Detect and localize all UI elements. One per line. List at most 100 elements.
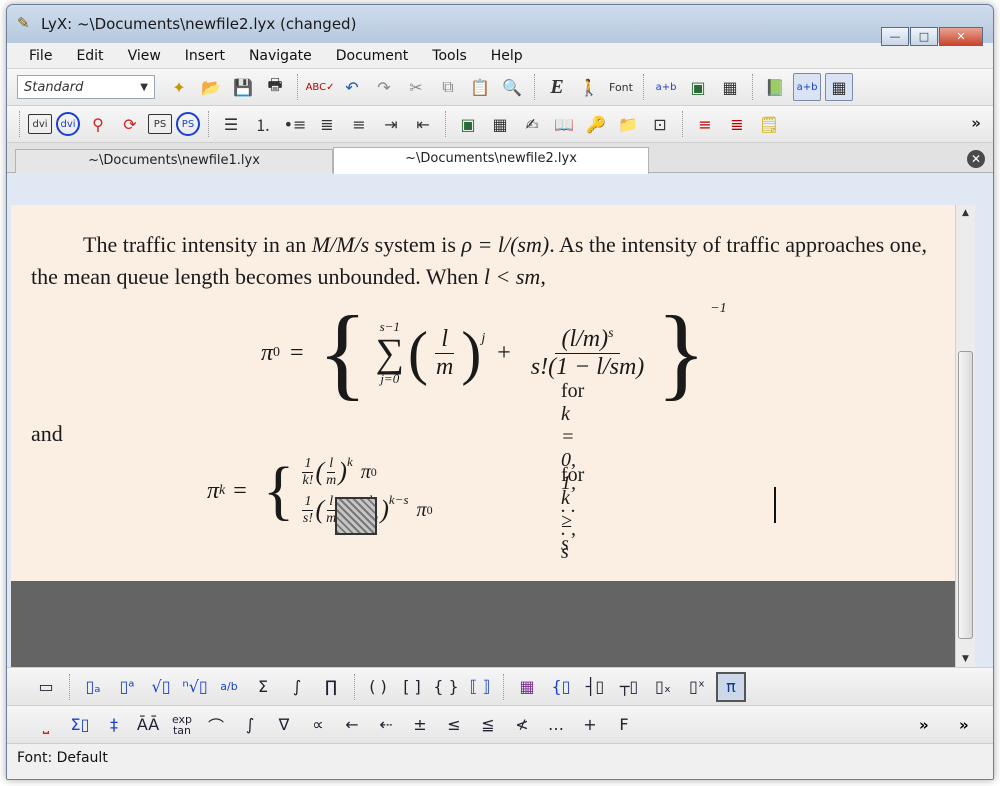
insert-graphics-icon[interactable]: ▣ xyxy=(454,110,482,138)
negated-relations-icon[interactable]: ≮ xyxy=(507,710,537,740)
insert-label-icon[interactable]: 🔑 xyxy=(582,110,610,138)
insert-table-grid-icon[interactable]: ▦ xyxy=(486,110,514,138)
print-icon[interactable]: 🖶 xyxy=(261,73,289,101)
math-inline[interactable]: l < sm xyxy=(484,264,540,289)
bulleted-list-icon[interactable]: •≡ xyxy=(281,110,309,138)
close-tab-icon[interactable]: ✕ xyxy=(967,150,985,168)
binary-ops-icon[interactable]: + xyxy=(575,710,605,740)
paste-icon[interactable]: 📋 xyxy=(466,73,494,101)
insert-table-icon[interactable]: ▦ xyxy=(716,73,744,101)
new-document-icon[interactable]: ✦ xyxy=(165,73,193,101)
minimize-button[interactable]: — xyxy=(881,27,909,46)
paragraph-layout-select[interactable]: Standard ▼ xyxy=(17,75,155,99)
square-root-icon[interactable]: √▯ xyxy=(146,672,176,702)
fraction-icon[interactable]: a/b xyxy=(214,672,244,702)
emphasis-icon[interactable]: E xyxy=(543,73,571,101)
delimiters-icon[interactable]: ⟦ ⟧ xyxy=(465,672,495,702)
numbered-list-icon[interactable]: ⒈ xyxy=(249,110,277,138)
insert-footnote-icon[interactable]: 📖 xyxy=(550,110,578,138)
parentheses-icon[interactable]: ( ) xyxy=(363,672,393,702)
view-ps-icon[interactable]: PS xyxy=(148,114,172,134)
copy-icon[interactable]: ⧉ xyxy=(434,73,462,101)
braces-icon[interactable]: { } xyxy=(431,672,461,702)
math-styles-icon[interactable]: ĀĀ xyxy=(133,710,163,740)
relations-icon[interactable]: ≤ xyxy=(439,710,469,740)
redo-icon[interactable]: ↷ xyxy=(370,73,398,101)
table-toggle-icon[interactable]: ▦ xyxy=(825,73,853,101)
insert-cross-reference-icon[interactable]: 📁 xyxy=(614,110,642,138)
toggle-notes-icon[interactable]: 🗒 xyxy=(755,110,783,138)
open-document-icon[interactable]: 📂 xyxy=(197,73,225,101)
toolbar-more-icon[interactable]: » xyxy=(959,716,969,734)
depth-decrease-icon[interactable]: ⇤ xyxy=(409,110,437,138)
update-dvi-icon[interactable]: dvi xyxy=(56,112,80,136)
menu-document[interactable]: Document xyxy=(324,48,421,64)
toggle-toc-icon[interactable]: ≣ xyxy=(723,110,751,138)
depth-increase-icon[interactable]: ⇥ xyxy=(377,110,405,138)
paragraph-traffic-intensity[interactable]: The traffic intensity in an M/M/s system… xyxy=(31,229,941,293)
close-button[interactable]: ✕ xyxy=(939,27,983,46)
vertical-scrollbar[interactable]: ▲ ▼ xyxy=(955,205,975,667)
align-justify-icon[interactable]: ☰ xyxy=(217,110,245,138)
update-ps-icon[interactable]: PS xyxy=(176,112,200,136)
insert-note-icon[interactable]: ✍ xyxy=(518,110,546,138)
add-column-icon[interactable]: ┬▯ xyxy=(614,672,644,702)
insert-figure-icon[interactable]: ▣ xyxy=(684,73,712,101)
subscript-icon[interactable]: ▯ₐ xyxy=(78,672,108,702)
menu-insert[interactable]: Insert xyxy=(173,48,237,64)
tab-newfile1[interactable]: ~\Documents\newfile1.lyx xyxy=(15,149,333,173)
math-placeholder-selection[interactable] xyxy=(335,497,377,535)
save-icon[interactable]: 💾 xyxy=(229,73,257,101)
equation-pi-zero[interactable]: π0 = { s−1 ∑ j=0 ( l m ) j + (l/m)s s!(1… xyxy=(261,301,727,405)
math-space-icon[interactable]: ⎵ xyxy=(31,710,61,740)
dots-icon[interactable]: ‡ xyxy=(99,710,129,740)
greek-icon[interactable]: ∝ xyxy=(303,710,333,740)
math-panel-pi-icon[interactable]: π xyxy=(716,671,746,702)
find-replace-icon[interactable]: 🔍 xyxy=(498,73,526,101)
maximize-button[interactable]: □ xyxy=(910,27,938,46)
nth-root-icon[interactable]: ⁿ√▯ xyxy=(180,672,210,702)
menu-view[interactable]: View xyxy=(116,48,173,64)
cases-icon[interactable]: {▯ xyxy=(546,672,576,702)
undo-icon[interactable]: ↶ xyxy=(338,73,366,101)
toc-book-icon[interactable]: 📗 xyxy=(761,73,789,101)
menu-help[interactable]: Help xyxy=(479,48,535,64)
relations-ams-icon[interactable]: ≦ xyxy=(473,710,503,740)
toggle-outline-icon[interactable]: ≡ xyxy=(691,110,719,138)
math-operators-icon[interactable]: Σ▯ xyxy=(65,710,95,740)
math-panel-toggle-icon[interactable]: ▭ xyxy=(31,672,61,702)
misc-ams-icon[interactable]: Ϝ xyxy=(609,710,639,740)
functions-icon[interactable]: exp tan xyxy=(167,710,197,740)
integral-icon[interactable]: ∫ xyxy=(282,672,312,702)
enumerate-list-icon[interactable]: ≡ xyxy=(345,110,373,138)
add-row-icon[interactable]: ┤▯ xyxy=(580,672,610,702)
operators-icon[interactable]: ± xyxy=(405,710,435,740)
sum-icon[interactable]: Σ xyxy=(248,672,278,702)
noun-person-icon[interactable]: 🚶 xyxy=(575,73,603,101)
update-pdf-icon[interactable]: ⟳ xyxy=(116,110,144,138)
big-operators-icon[interactable]: ∫ xyxy=(235,710,265,740)
math-inline[interactable]: M/M/s xyxy=(312,232,369,257)
misc-symbols-icon[interactable]: ∇ xyxy=(269,710,299,740)
delete-column-icon[interactable]: ▯ˣ xyxy=(682,672,712,702)
scroll-up-icon[interactable]: ▲ xyxy=(956,205,975,221)
menu-navigate[interactable]: Navigate xyxy=(237,48,324,64)
superscript-icon[interactable]: ▯ᵃ xyxy=(112,672,142,702)
cut-icon[interactable]: ✂ xyxy=(402,73,430,101)
scrollbar-thumb[interactable] xyxy=(958,351,973,639)
math-inline[interactable]: ρ = l/(sm) xyxy=(461,232,549,257)
toolbar-more-icon[interactable]: » xyxy=(919,716,929,734)
dashed-arrows-icon[interactable]: ⇠ xyxy=(371,710,401,740)
view-dvi-icon[interactable]: dvi xyxy=(28,114,52,134)
insert-math-icon[interactable]: a+b xyxy=(652,73,680,101)
product-icon[interactable]: ∏ xyxy=(316,672,346,702)
delete-row-icon[interactable]: ▯ₓ xyxy=(648,672,678,702)
spellcheck-icon[interactable]: ABC✓ xyxy=(306,73,335,101)
tab-newfile2[interactable]: ~\Documents\newfile2.lyx xyxy=(333,147,649,174)
description-list-icon[interactable]: ≣ xyxy=(313,110,341,138)
view-pdf-icon[interactable]: ⚲ xyxy=(84,110,112,138)
brackets-icon[interactable]: [ ] xyxy=(397,672,427,702)
toolbar-more-icon[interactable]: » xyxy=(971,114,981,132)
document-editor[interactable]: The traffic intensity in an M/M/s system… xyxy=(11,205,955,667)
arrows-icon[interactable]: ← xyxy=(337,710,367,740)
